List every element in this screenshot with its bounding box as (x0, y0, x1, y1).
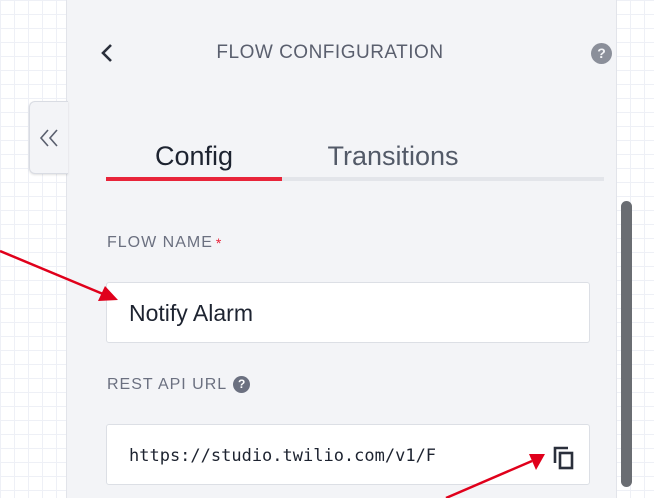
tab-transitions[interactable]: Transitions (300, 133, 486, 179)
required-marker: * (215, 235, 223, 251)
flow-name-label: FLOW NAME * (107, 233, 222, 253)
copy-icon (553, 446, 574, 470)
collapse-panel-button[interactable] (29, 101, 68, 174)
back-button[interactable] (95, 38, 119, 68)
active-tab-indicator (106, 177, 282, 181)
tab-config[interactable]: Config (106, 133, 282, 179)
chevron-left-icon (101, 44, 112, 62)
flow-name-field[interactable]: Notify Alarm (106, 282, 590, 343)
flow-name-value: Notify Alarm (129, 300, 253, 326)
double-chevron-left-icon (39, 128, 58, 147)
rest-api-url-field[interactable]: https://studio.twilio.com/v1/F (106, 424, 590, 485)
rest-api-url-label-text: REST API URL (107, 376, 228, 393)
panel-scrollbar[interactable] (621, 201, 632, 487)
info-icon[interactable]: ? (233, 376, 251, 394)
rest-api-url-label: REST API URL? (107, 375, 251, 395)
flow-name-label-text: FLOW NAME (107, 234, 213, 251)
copy-url-button[interactable] (551, 444, 577, 470)
rest-api-url-value: https://studio.twilio.com/v1/F (129, 446, 437, 466)
help-icon[interactable]: ? (591, 43, 612, 64)
page-title: FLOW CONFIGURATION (216, 42, 444, 63)
